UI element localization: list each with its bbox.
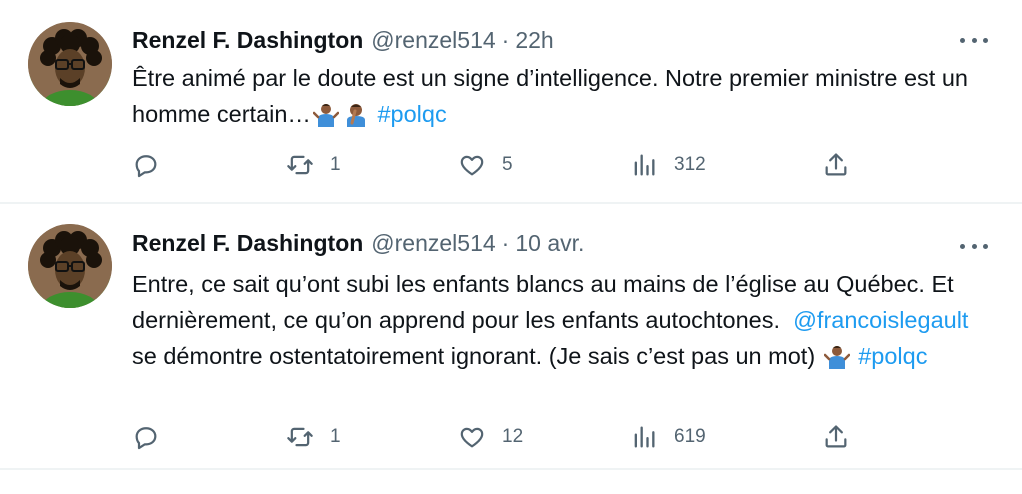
mention-link[interactable]: @francoislegault (793, 307, 968, 333)
view-count: 312 (674, 154, 706, 175)
tweet-text-part: se démontre ostentatoirement ignorant. (… (132, 343, 816, 369)
separator-dot: · (501, 229, 510, 256)
timestamp[interactable]: 10 avr. (515, 230, 584, 257)
tweet-divider (0, 468, 1022, 470)
retweet-button[interactable]: 1 (286, 148, 341, 182)
avatar[interactable] (28, 224, 112, 308)
like-button[interactable]: 5 (458, 148, 513, 182)
separator-dot: · (501, 26, 510, 53)
like-count: 12 (502, 426, 524, 447)
views-icon (634, 154, 655, 176)
tweet-text-part: Être animé par le doute est un signe d’i… (132, 65, 968, 127)
more-options-icon[interactable] (960, 236, 988, 256)
like-button[interactable]: 12 (458, 420, 523, 454)
person-shrugging-emoji (823, 346, 850, 369)
views-button[interactable]: 312 (630, 148, 706, 182)
like-count: 5 (502, 154, 513, 175)
retweet-count: 1 (330, 426, 341, 447)
avatar-image (28, 224, 112, 308)
reply-button[interactable] (132, 420, 176, 454)
share-button[interactable] (822, 148, 850, 182)
author-handle[interactable]: @renzel514 (371, 230, 495, 257)
hashtag-link[interactable]: #polqc (858, 343, 927, 369)
person-facepalming-emoji (346, 104, 365, 127)
reply-icon (135, 427, 157, 450)
author-handle[interactable]: @renzel514 (371, 27, 495, 54)
more-options-icon[interactable] (960, 30, 988, 50)
action-bar: 1 12 619 (132, 420, 862, 454)
tweet[interactable]: Renzel F. Dashington @renzel514 · 10 avr… (0, 204, 1022, 468)
tweet-text: Être animé par le doute est un signe d’i… (132, 60, 992, 132)
avatar[interactable] (28, 22, 112, 106)
action-bar: 1 5 312 (132, 148, 862, 182)
like-icon (460, 155, 484, 176)
view-count: 619 (674, 426, 706, 447)
author-name[interactable]: Renzel F. Dashington (132, 27, 363, 54)
reply-button[interactable] (132, 148, 176, 182)
timestamp[interactable]: 22h (515, 27, 553, 54)
share-icon (825, 153, 847, 176)
reply-icon (135, 155, 157, 178)
tweet-text: Entre, ce sait qu’ont subi les enfants b… (132, 266, 992, 374)
author-name[interactable]: Renzel F. Dashington (132, 230, 363, 257)
hashtag-link[interactable]: #polqc (377, 101, 446, 127)
share-button[interactable] (822, 420, 850, 454)
like-icon (460, 427, 484, 448)
share-icon (825, 425, 847, 448)
retweet-count: 1 (330, 154, 341, 175)
views-button[interactable]: 619 (630, 420, 706, 454)
tweet[interactable]: Renzel F. Dashington @renzel514 · 22h Êt… (0, 0, 1022, 202)
views-icon (634, 426, 655, 448)
retweet-button[interactable]: 1 (286, 420, 341, 454)
retweet-icon (287, 427, 313, 447)
person-shrugging-emoji (312, 104, 339, 127)
avatar-image (28, 22, 112, 106)
retweet-icon (287, 155, 313, 175)
